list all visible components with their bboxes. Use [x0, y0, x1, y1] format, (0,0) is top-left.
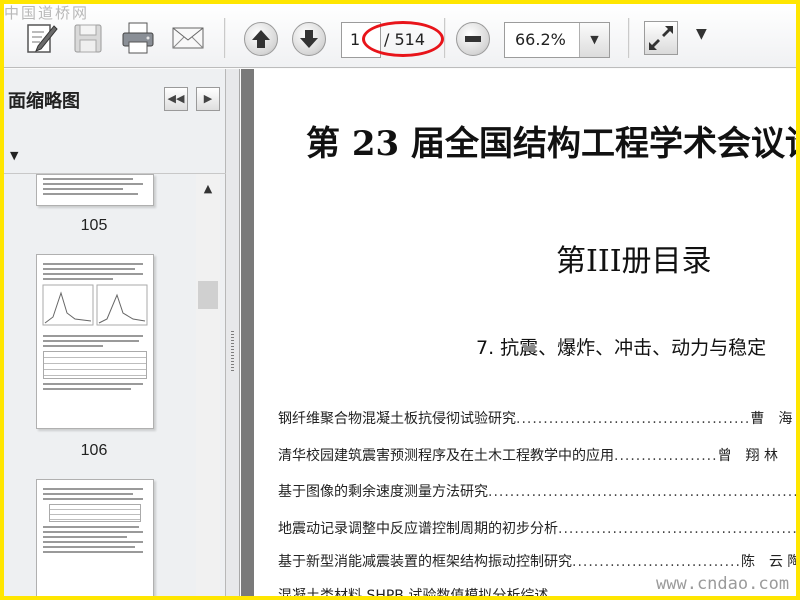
toc-entry-authors: 陈 云 陶: [740, 554, 800, 570]
document-view: 第 23 届全国结构工程学术会议论 第III册目录 7. 抗震、爆炸、冲击、动力…: [241, 69, 796, 596]
thumbnail-page-106[interactable]: [36, 254, 154, 429]
thumbnail-figure: [42, 284, 148, 326]
toolbar-separator: [444, 18, 446, 58]
toc-entry[interactable]: 基于图像的剩余速度测量方法研究.........................…: [278, 481, 800, 501]
volume-title: 第III册目录: [556, 244, 712, 279]
toc-dots: ........................................…: [488, 484, 800, 500]
thumbnail-page-107[interactable]: [36, 479, 154, 596]
panel-splitter[interactable]: [226, 69, 240, 596]
toc-dots: ........................................…: [558, 521, 800, 537]
toolbar-separator: [628, 18, 630, 58]
thumbnail-label: 106: [80, 442, 108, 459]
next-page-icon[interactable]: [292, 22, 326, 56]
toolbar: 1 / 514 66.2% ▼ ▼ 中国道桥网: [4, 4, 796, 68]
toc-entry-title: 钢纤维聚合物混凝土板抗侵彻试验研究: [278, 411, 516, 427]
previous-page-icon[interactable]: [244, 22, 278, 56]
panel-options-icon[interactable]: ▼: [10, 149, 18, 162]
toc-entry-title: 基于图像的剩余速度测量方法研究: [278, 484, 488, 500]
toc-entry[interactable]: 地震动记录调整中反应谱控制周期的初步分析....................…: [278, 518, 800, 538]
email-icon[interactable]: [170, 20, 206, 56]
toc-entry-authors: 曹 海 张新乐 郭: [750, 411, 796, 427]
conference-title: 第 23 届全国结构工程学术会议论: [306, 124, 800, 164]
toc-entry[interactable]: 清华校园建筑震害预测程序及在土木工程教学中的应用................…: [278, 445, 778, 465]
toc-entry-title: 基于新型消能减震装置的框架结构振动控制研究: [278, 554, 572, 570]
toc-entry-title: 清华校园建筑震害预测程序及在土木工程教学中的应用: [278, 448, 614, 464]
fullscreen-icon[interactable]: [644, 21, 678, 55]
watermark-bottom: www.cndao.com: [656, 574, 790, 594]
scroll-up-icon[interactable]: ▲: [196, 182, 220, 202]
toc-entry-authors: 曾 翔 林: [717, 448, 779, 464]
toc-dots: ...............................: [572, 554, 741, 570]
section-title: 7. 抗震、爆炸、冲击、动力与稳定: [476, 337, 767, 359]
toc-entry-title: 混凝土类材料 SHPB 试验数值模拟分析综述: [278, 588, 549, 600]
toolbar-more-icon[interactable]: ▼: [696, 26, 707, 42]
current-page-value: 1: [350, 30, 361, 49]
toc-dots: ...................: [614, 448, 718, 464]
edit-icon[interactable]: [24, 20, 60, 56]
panel-title: 面缩略图: [8, 91, 80, 112]
save-icon[interactable]: [70, 20, 106, 56]
splitter-grip[interactable]: [231, 331, 234, 371]
print-icon[interactable]: [120, 20, 156, 56]
zoom-select[interactable]: 66.2% ▼: [504, 22, 610, 58]
watermark-top: 中国道桥网: [4, 4, 90, 22]
toc-entry[interactable]: 基于新型消能减震装置的框架结构振动控制研究...................…: [278, 551, 800, 571]
thumbnail-label: 105: [80, 217, 108, 234]
zoom-value: 66.2%: [515, 30, 566, 49]
toc-entry-title: 地震动记录调整中反应谱控制周期的初步分析: [278, 521, 558, 537]
thumbnail-scrollbar[interactable]: ▲: [196, 174, 220, 596]
app-window: 1 / 514 66.2% ▼ ▼ 中国道桥网 面缩略图 ◀◀ ▶ ▼ 105 …: [0, 0, 800, 600]
zoom-out-icon[interactable]: [456, 22, 490, 56]
scrollbar-thumb[interactable]: [198, 281, 218, 309]
next-panel-button[interactable]: ▶: [196, 87, 220, 111]
toolbar-separator: [224, 18, 226, 58]
document-page: 第 23 届全国结构工程学术会议论 第III册目录 7. 抗震、爆炸、冲击、动力…: [254, 69, 800, 600]
zoom-dropdown-icon[interactable]: ▼: [579, 23, 609, 57]
collapse-panel-button[interactable]: ◀◀: [164, 87, 188, 111]
highlight-annotation: [362, 21, 444, 57]
thumbnails-panel: 面缩略图 ◀◀ ▶ ▼ 105 106 ▲: [4, 69, 226, 596]
toc-entry[interactable]: 钢纤维聚合物混凝土板抗侵彻试验研究.......................…: [278, 408, 796, 428]
thumbnail-page-105[interactable]: [36, 174, 154, 206]
toc-dots: ........................................…: [516, 411, 751, 427]
